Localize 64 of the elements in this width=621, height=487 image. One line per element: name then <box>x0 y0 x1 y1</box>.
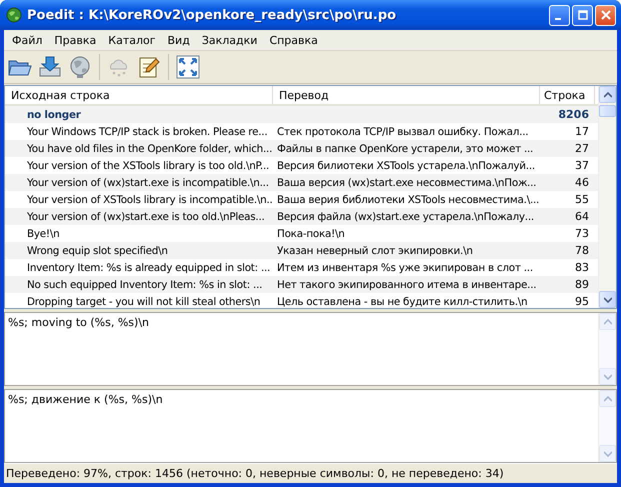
line-number: 64 <box>574 210 590 223</box>
source-cell-text: Bye!\n <box>26 228 60 240</box>
source-cell-text: Your version of the XSTools library is too old.\nP... <box>26 160 270 172</box>
caret-up-icon <box>604 396 612 402</box>
translation-cell-text: Ваша версия (wx)start.exe несовместима.\nПож... <box>276 176 538 188</box>
source-cell-text: No such equipped Inventory Item: %s in slot: ... <box>26 278 264 290</box>
source-cell-text: Your version of (wx)start.exe is too old.\nPleas... <box>26 210 266 222</box>
source-cell-text: You have old files in the OpenKore folder, which... <box>26 142 273 154</box>
close-button[interactable] <box>595 4 616 26</box>
line-number: 55 <box>574 193 590 206</box>
translation-cell-text: Файлы в папке OpenKore устарели, это может ... <box>276 142 534 154</box>
source-cell-text: Inventory Item: %s is already equipped in slot: ... <box>26 262 272 274</box>
source-cell-text: Wrong equip slot specified\n <box>26 244 169 256</box>
source-cell-text: Your version of (wx)start.exe is incompatible.\n... <box>26 176 270 188</box>
caret-up-icon <box>604 318 612 324</box>
translation-cell-text: Цель оставлена - вы не будите килл-стилить.\n <box>276 296 528 308</box>
minimize-button[interactable] <box>549 4 570 26</box>
line-number: 8206 <box>557 108 590 121</box>
maximize-button[interactable] <box>572 4 593 26</box>
line-number: 17 <box>574 125 590 138</box>
close-icon <box>600 10 610 20</box>
translation-cell-text: Нет такого экипированного итема в инвентаре... <box>276 278 538 290</box>
line-number: 27 <box>574 142 590 155</box>
menu-item[interactable]: Закладки <box>196 34 264 46</box>
caret-down-icon <box>604 374 612 380</box>
line-number: 46 <box>574 176 590 189</box>
menu-item[interactable]: Файл <box>6 34 48 46</box>
status-text: Переведено: 97%, строк: 1456 (неточно: 0, неверные символы: 0, не переведено: 34) <box>6 467 504 480</box>
translation-cell-text: Пока-пока!\n <box>276 228 346 240</box>
globe-icon <box>6 7 22 23</box>
line-number: 73 <box>574 227 590 240</box>
menu-item[interactable]: Каталог <box>102 34 162 46</box>
translation-cell-text: Итем из инвентаря %s уже экипирован в слот ... <box>276 262 534 274</box>
column-header[interactable]: Исходная строка <box>5 86 273 104</box>
menu-item[interactable]: Правка <box>48 34 102 46</box>
translation-cell-text: Версия билиотеки XSTools устарела.\nПожалуй... <box>276 160 536 172</box>
fullscreen-icon[interactable] <box>174 53 202 81</box>
menu-item[interactable]: Вид <box>162 34 196 46</box>
caret-down-icon <box>604 450 612 456</box>
line-number: 37 <box>574 159 590 172</box>
line-number: 89 <box>574 278 590 291</box>
scroll-down-button[interactable] <box>599 291 616 308</box>
translation-cell-text: Указан неверный слот экипировки.\n <box>276 244 474 256</box>
column-header[interactable]: Строка <box>540 86 595 104</box>
window-title: Poedit : K:\KoreROv2\openkore_ready\src\po\ru.po <box>27 8 398 22</box>
line-number: 78 <box>574 244 590 257</box>
maximize-icon <box>578 10 588 20</box>
scrollbar[interactable] <box>598 86 616 308</box>
scroll-up-button[interactable] <box>599 86 616 103</box>
minimize-icon <box>555 18 561 20</box>
source-cell-text: Your version of XSTools library is incompatible.\n... <box>26 194 273 206</box>
line-number: 83 <box>574 261 590 274</box>
caret-down-icon <box>604 296 612 302</box>
translation-cell-text: Стек протокола TCP/IP вызвал ошибку. Пожал... <box>276 126 530 138</box>
group-heading: no longer <box>26 108 82 120</box>
menu-item[interactable]: Справка <box>263 34 324 46</box>
source-cell-text: Dropping target - you will not kill steal others\n <box>26 296 262 308</box>
column-header[interactable]: Перевод <box>273 86 540 104</box>
translation-cell-text: Версия файла (wx)start.exe устарела.\nПожалу... <box>276 210 535 222</box>
scroll-thumb[interactable] <box>599 105 616 117</box>
caret-up-icon <box>604 92 612 98</box>
translation-cell-text: Ваша верия библиотеки XSTools несовместима.\... <box>276 194 540 206</box>
source-cell-text: Your Windows TCP/IP stack is broken. Please re... <box>26 126 268 138</box>
line-number: 95 <box>574 295 590 308</box>
